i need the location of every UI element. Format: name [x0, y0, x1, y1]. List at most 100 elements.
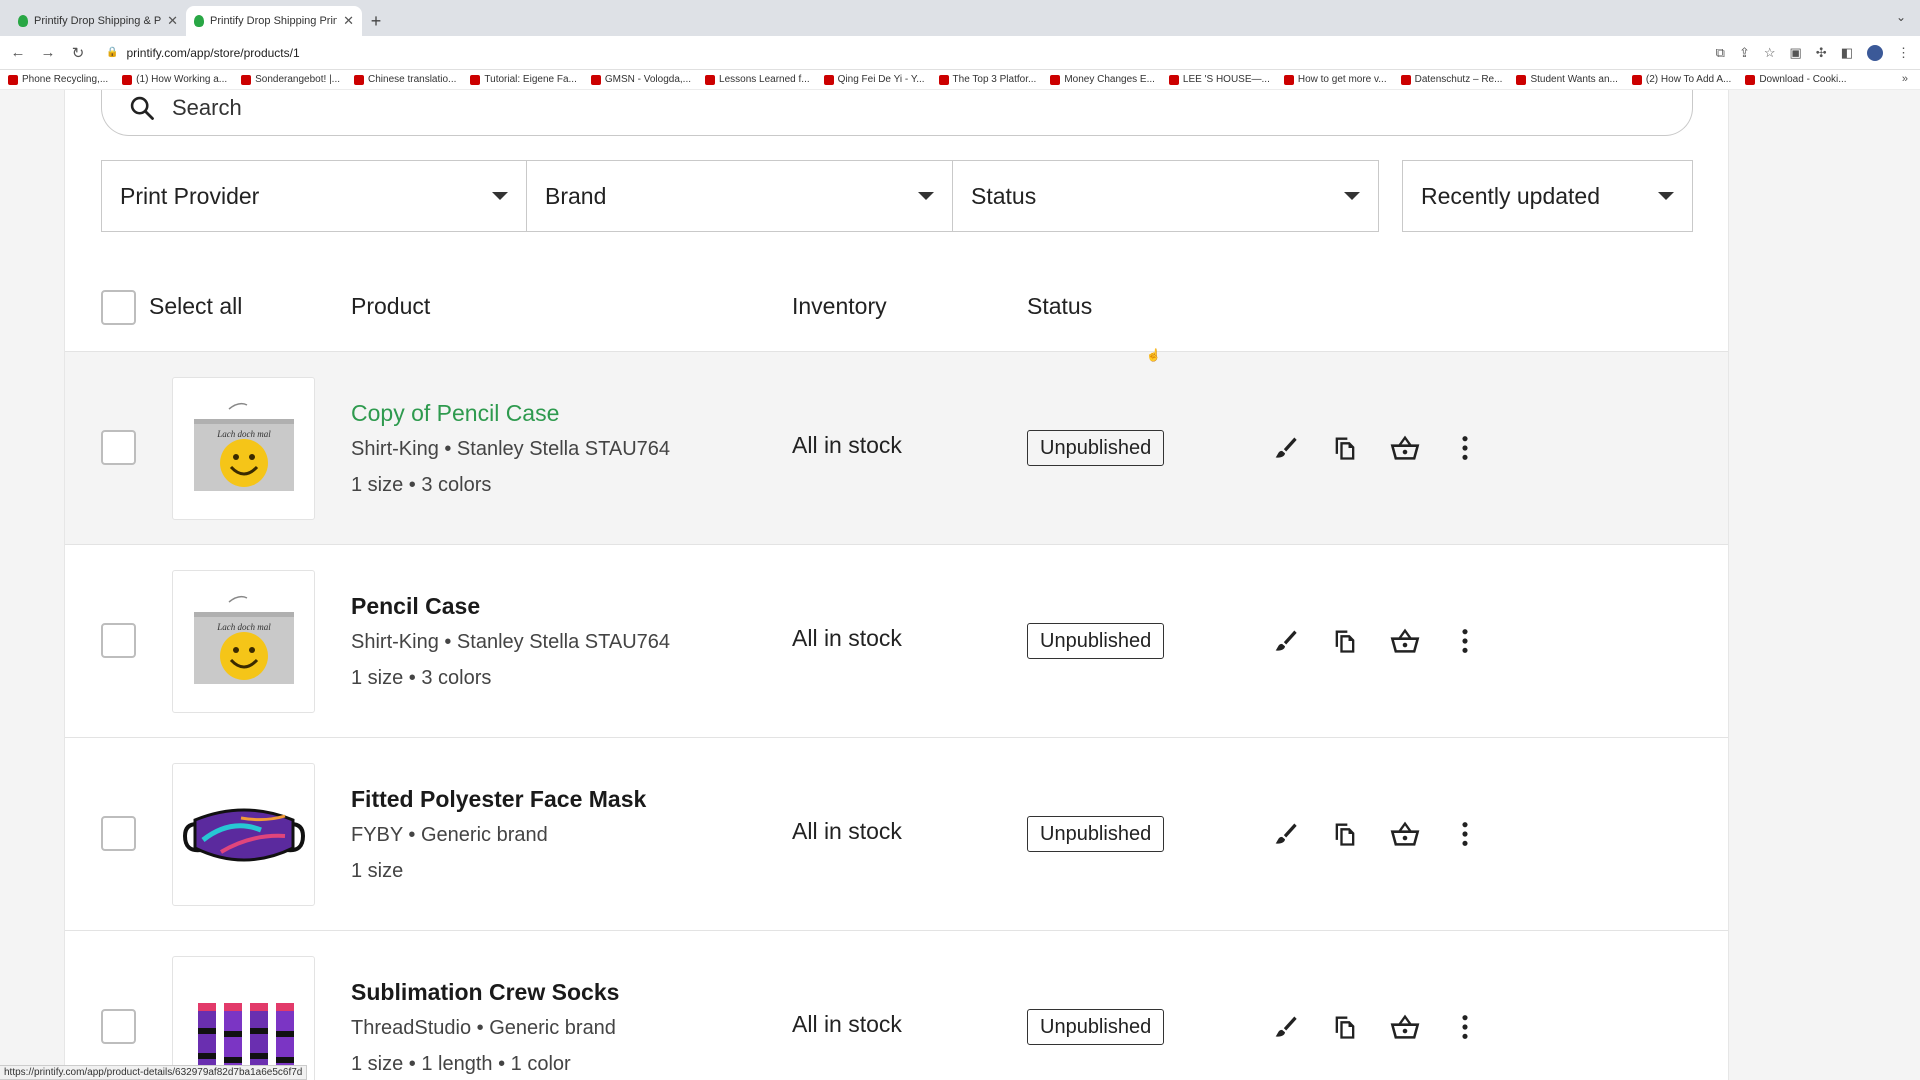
table-row[interactable]: Sublimation Crew Socks ThreadStudio • Ge…	[65, 931, 1728, 1080]
column-header-product: Product	[351, 293, 431, 319]
status-badge: Unpublished	[1027, 816, 1165, 852]
bookmarks-overflow-icon[interactable]: »	[1902, 73, 1908, 85]
puzzle-icon[interactable]: ✣	[1816, 45, 1827, 61]
product-name-link[interactable]: Pencil Case	[351, 593, 480, 620]
extension-icon[interactable]: ▣	[1790, 45, 1802, 61]
product-name-link[interactable]: Copy of Pencil Case	[351, 400, 559, 427]
translate-icon[interactable]: ⧉	[1716, 45, 1725, 61]
bookmark-item[interactable]: Phone Recycling,...	[8, 74, 108, 85]
edit-brush-button[interactable]	[1265, 814, 1305, 854]
table-row[interactable]: Lach doch mal Pencil Case Shirt-King • S…	[65, 545, 1728, 738]
tab-list-chevron-icon[interactable]: ⌄	[1896, 10, 1906, 24]
bookmark-item[interactable]: Tutorial: Eigene Fa...	[470, 74, 577, 85]
publish-basket-button[interactable]	[1385, 1007, 1425, 1047]
more-options-button[interactable]	[1445, 621, 1485, 661]
product-name-link[interactable]: Sublimation Crew Socks	[351, 979, 619, 1006]
caret-down-icon	[1658, 192, 1674, 200]
duplicate-button[interactable]	[1325, 428, 1365, 468]
bookmark-item[interactable]: Money Changes E...	[1050, 74, 1155, 85]
duplicate-button[interactable]	[1325, 1007, 1365, 1047]
url-field[interactable]: 🔒 printify.com/app/store/products/1	[100, 46, 1702, 60]
brand-dropdown[interactable]: Brand	[527, 160, 953, 232]
forward-arrow-icon[interactable]: →	[40, 44, 56, 61]
dropdown-label: Print Provider	[120, 182, 260, 209]
back-arrow-icon[interactable]: ←	[10, 44, 26, 61]
row-checkbox[interactable]	[101, 816, 136, 851]
product-name-link[interactable]: Fitted Polyester Face Mask	[351, 786, 646, 813]
bookmark-item[interactable]: Lessons Learned f...	[705, 74, 810, 85]
bookmark-item[interactable]: The Top 3 Platfor...	[938, 74, 1036, 85]
edit-brush-button[interactable]	[1265, 621, 1305, 661]
search-input[interactable]	[172, 94, 1572, 121]
edit-brush-button[interactable]	[1265, 428, 1305, 468]
more-options-button[interactable]	[1445, 814, 1485, 854]
brush-icon	[1275, 823, 1297, 844]
bookmark-icon	[590, 74, 601, 85]
publish-basket-button[interactable]	[1385, 428, 1425, 468]
duplicate-button[interactable]	[1325, 621, 1365, 661]
basket-icon	[1390, 628, 1420, 653]
profile-avatar[interactable]	[1867, 44, 1883, 61]
more-options-button[interactable]	[1445, 1007, 1485, 1047]
bookmark-item[interactable]: (1) How Working a...	[122, 74, 227, 85]
page-content: Print Provider Brand Status Recently upd…	[0, 90, 1920, 1080]
more-options-button[interactable]	[1445, 428, 1485, 468]
row-checkbox[interactable]	[101, 430, 136, 465]
dropdown-label: Status	[971, 182, 1037, 209]
bookmark-icon	[1516, 74, 1527, 85]
close-tab-icon[interactable]: ✕	[167, 13, 178, 29]
table-header: Select all Product Inventory Status	[65, 262, 1728, 352]
select-all-label[interactable]: Select all	[149, 293, 242, 320]
link-status-bar: https://printify.com/app/product-details…	[0, 1065, 308, 1080]
table-row[interactable]: Lach doch mal Copy of Pencil Case Shirt-…	[65, 352, 1728, 545]
youtube-icon	[1050, 74, 1061, 85]
bookmark-star-icon[interactable]: ☆	[1764, 45, 1776, 61]
socks-image	[197, 1002, 294, 1080]
more-vertical-icon	[1462, 629, 1468, 653]
publish-basket-button[interactable]	[1385, 621, 1425, 661]
bookmark-item[interactable]: Datenschutz – Re...	[1400, 74, 1502, 85]
inventory-status: All in stock	[792, 432, 902, 458]
bookmark-item[interactable]: Download - Cooki...	[1745, 74, 1847, 85]
product-thumbnail[interactable]	[172, 956, 315, 1080]
row-checkbox[interactable]	[101, 1009, 136, 1044]
status-dropdown[interactable]: Status	[953, 160, 1379, 232]
edit-brush-button[interactable]	[1265, 1007, 1305, 1047]
status-badge: Unpublished	[1027, 623, 1165, 659]
bookmark-item[interactable]: LEE 'S HOUSE—...	[1168, 74, 1270, 85]
close-tab-icon[interactable]: ✕	[343, 13, 354, 29]
bookmark-icon	[1168, 74, 1179, 85]
more-vertical-icon	[1462, 1015, 1468, 1039]
product-thumbnail[interactable]: Lach doch mal	[172, 377, 315, 520]
bookmark-item[interactable]: Qing Fei De Yi - Y...	[823, 74, 925, 85]
duplicate-button[interactable]	[1325, 814, 1365, 854]
reload-icon[interactable]: ↻	[70, 44, 86, 62]
sidebar-icon[interactable]: ◧	[1841, 45, 1853, 61]
dropdown-label: Recently updated	[1421, 182, 1601, 209]
browser-menu-icon[interactable]: ⋮	[1897, 45, 1910, 61]
column-header-inventory: Inventory	[792, 293, 887, 319]
row-checkbox[interactable]	[101, 623, 136, 658]
browser-toolbar: ⧉ ⇪ ☆ ▣ ✣ ◧ ⋮	[1716, 44, 1910, 61]
bookmark-item[interactable]: Student Wants an...	[1516, 74, 1618, 85]
brush-icon	[1275, 630, 1297, 651]
print-provider-dropdown[interactable]: Print Provider	[101, 160, 527, 232]
browser-tab-2[interactable]: Printify Drop Shipping Print on ✕	[186, 6, 362, 36]
bookmark-item[interactable]: Sonderangebot! |...	[241, 74, 340, 85]
product-thumbnail[interactable]	[172, 763, 315, 906]
product-thumbnail[interactable]: Lach doch mal	[172, 570, 315, 713]
bookmark-item[interactable]: How to get more v...	[1283, 74, 1387, 85]
copy-icon	[1335, 823, 1355, 846]
browser-tab-1[interactable]: Printify Drop Shipping & Printin ✕	[10, 6, 186, 36]
table-row[interactable]: Fitted Polyester Face Mask FYBY • Generi…	[65, 738, 1728, 931]
publish-basket-button[interactable]	[1385, 814, 1425, 854]
printify-favicon-icon	[18, 15, 28, 27]
bookmark-item[interactable]: (2) How To Add A...	[1631, 74, 1731, 85]
select-all-checkbox[interactable]	[101, 290, 136, 325]
bookmark-item[interactable]: GMSN - Vologda,...	[590, 74, 691, 85]
bookmark-item[interactable]: Chinese translatio...	[354, 74, 456, 85]
new-tab-button[interactable]: +	[362, 6, 390, 36]
caret-down-icon	[918, 192, 934, 200]
share-icon[interactable]: ⇪	[1739, 45, 1750, 61]
sort-dropdown[interactable]: Recently updated	[1402, 160, 1693, 232]
